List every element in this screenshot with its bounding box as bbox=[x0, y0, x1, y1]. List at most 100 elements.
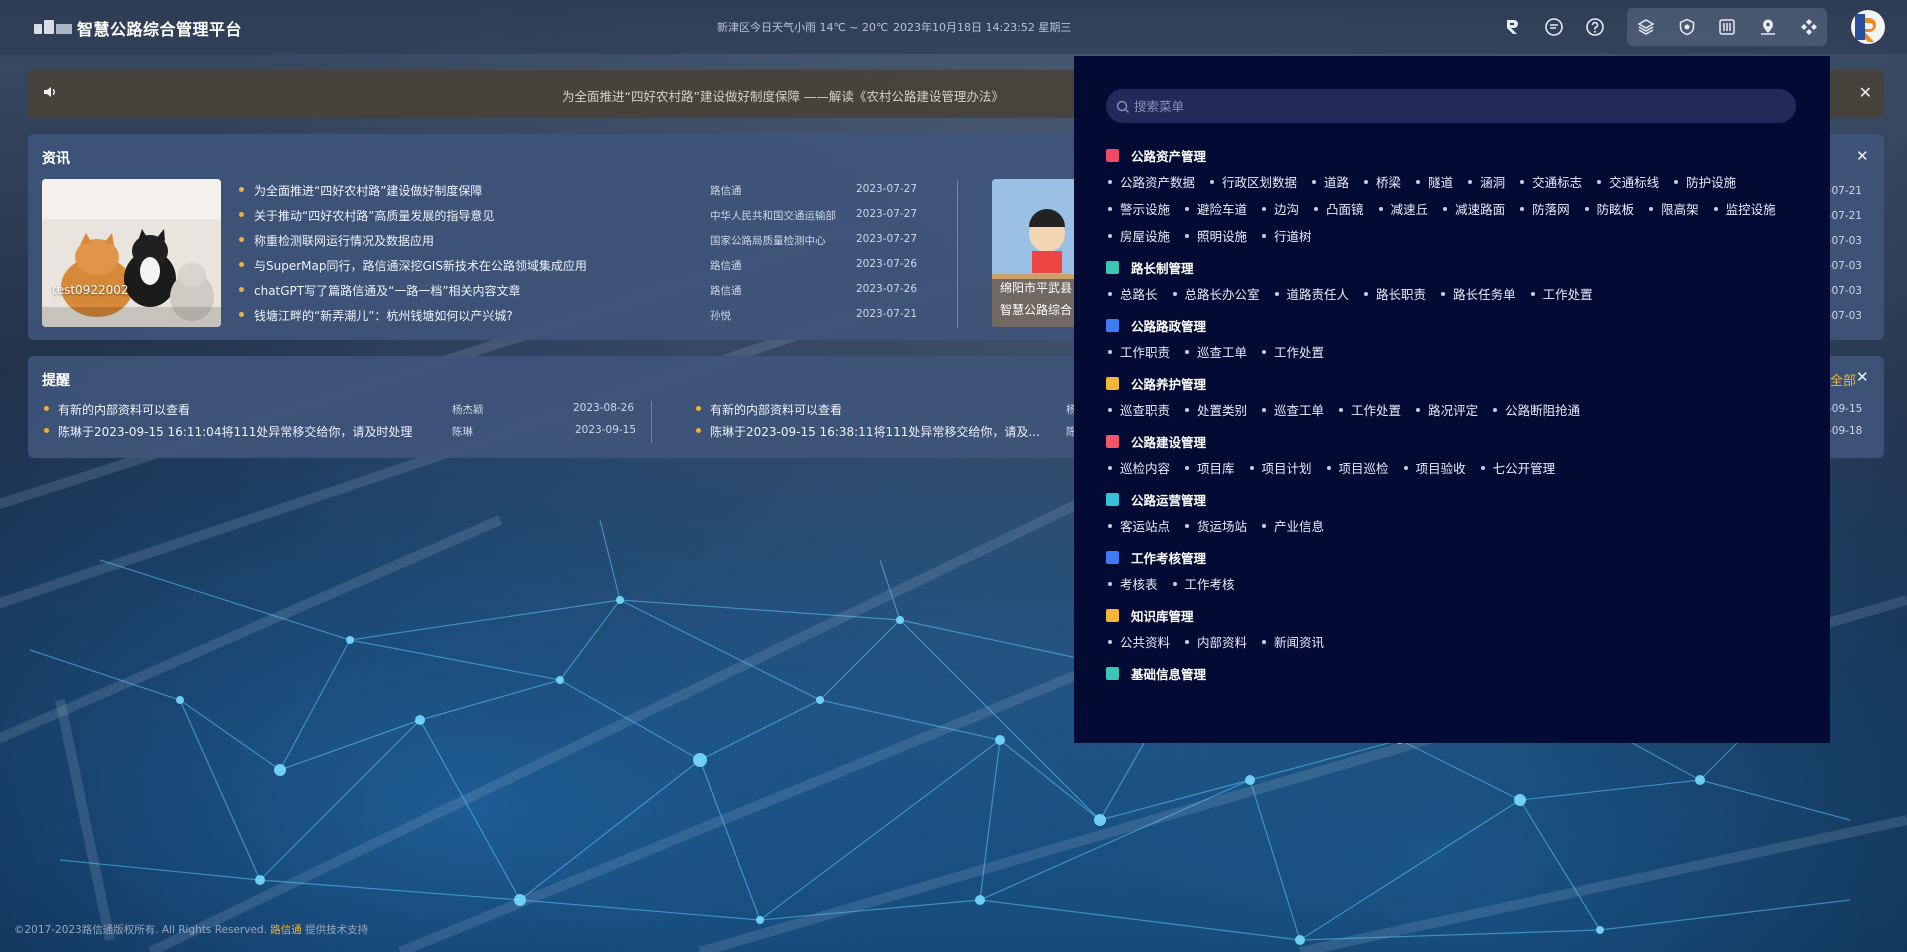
menu-item[interactable]: 公共资料 bbox=[1108, 629, 1170, 656]
menu-category-label: 工作考核管理 bbox=[1131, 550, 1207, 566]
reminder-text[interactable]: 有新的内部资料可以查看 bbox=[58, 401, 190, 418]
menu-category: 公路建设管理 巡检内容 项目库 项目计划 项目巡检 项目验收 七公开管理 bbox=[1106, 430, 1806, 482]
menu-item[interactable]: 路长职责 bbox=[1364, 281, 1426, 308]
reminder-text[interactable]: 有新的内部资料可以查看 bbox=[710, 401, 842, 418]
news-title-text[interactable]: 称重检测联网运行情况及数据应用 bbox=[254, 232, 434, 249]
menu-item[interactable]: 货运场站 bbox=[1185, 513, 1247, 540]
news-title-text[interactable]: 关于推动“四好农村路”高质量发展的指导意见 bbox=[254, 207, 494, 224]
menu-item[interactable]: 监控设施 bbox=[1714, 196, 1776, 223]
menu-item[interactable]: 路况评定 bbox=[1416, 397, 1478, 424]
menu-item[interactable]: 路长任务单 bbox=[1441, 281, 1516, 308]
menu-item[interactable]: 涵洞 bbox=[1468, 169, 1505, 196]
menu-item[interactable]: 照明设施 bbox=[1185, 223, 1247, 250]
menu-item[interactable]: 处置类别 bbox=[1185, 397, 1247, 424]
menu-item[interactable]: 新闻资讯 bbox=[1262, 629, 1324, 656]
news-title-text[interactable]: 为全面推进“四好农村路”建设做好制度保障 bbox=[254, 182, 482, 199]
help-icon[interactable] bbox=[1583, 15, 1607, 39]
menu-item[interactable]: 项目库 bbox=[1185, 455, 1235, 482]
news-photo[interactable]: test0922002 bbox=[42, 179, 221, 327]
menu-item[interactable]: 道路 bbox=[1312, 169, 1349, 196]
list-item[interactable]: 关于推动“四好农村路”高质量发展的指导意见 中华人民共和国交通运输部 2023-… bbox=[236, 205, 956, 230]
shield-icon[interactable] bbox=[1675, 15, 1699, 39]
menu-item[interactable]: 隧道 bbox=[1416, 169, 1453, 196]
close-icon[interactable]: ✕ bbox=[1859, 83, 1872, 102]
menu-item[interactable]: 考核表 bbox=[1108, 571, 1158, 598]
menu-item[interactable]: 凸面镜 bbox=[1314, 196, 1364, 223]
menu-item[interactable]: 道路责任人 bbox=[1275, 281, 1350, 308]
reminder-text[interactable]: 陈琳于2023-09-15 16:38:11将111处异常移交给你，请及... bbox=[710, 423, 1040, 440]
menu-item[interactable]: 巡检内容 bbox=[1108, 455, 1170, 482]
search-input[interactable] bbox=[1134, 89, 1784, 123]
menu-item[interactable]: 行政区划数据 bbox=[1210, 169, 1297, 196]
menu-item[interactable]: 工作职责 bbox=[1108, 339, 1170, 366]
menu-item[interactable]: 巡查工单 bbox=[1262, 397, 1324, 424]
menu-item[interactable]: 警示设施 bbox=[1108, 196, 1170, 223]
menu-item[interactable]: 行道树 bbox=[1262, 223, 1312, 250]
list-item[interactable]: 陈琳于2023-09-15 16:11:04将111处异常移交给你，请及时处理 … bbox=[42, 422, 652, 444]
menu-item[interactable]: 防护设施 bbox=[1674, 169, 1736, 196]
menu-item[interactable]: 减速路面 bbox=[1443, 196, 1505, 223]
reminder-text[interactable]: 陈琳于2023-09-15 16:11:04将111处异常移交给你，请及时处理 bbox=[58, 423, 412, 440]
menu-item[interactable]: 限高架 bbox=[1649, 196, 1699, 223]
menu-item[interactable]: 项目巡检 bbox=[1327, 455, 1389, 482]
menu-category-header: 公路资产管理 bbox=[1106, 144, 1806, 166]
news-source: 中华人民共和国交通运输部 bbox=[710, 210, 836, 222]
menu-item[interactable]: 防落网 bbox=[1520, 196, 1570, 223]
menu-item[interactable]: 巡查职责 bbox=[1108, 397, 1170, 424]
news-title-text[interactable]: 钱塘江畔的“新弄潮儿”：杭州钱塘如何以产兴城? bbox=[254, 307, 513, 324]
menu-item[interactable]: 房屋设施 bbox=[1108, 223, 1170, 250]
menu-item[interactable]: 工作处置 bbox=[1339, 397, 1401, 424]
footer-brand-link[interactable]: 路信通 bbox=[270, 924, 302, 936]
menu-item[interactable]: 防眩板 bbox=[1585, 196, 1635, 223]
menu-item[interactable]: 工作处置 bbox=[1262, 339, 1324, 366]
list-item[interactable]: 称重检测联网运行情况及数据应用 国家公路局质量检测中心 2023-07-27 bbox=[236, 230, 956, 255]
avatar[interactable] bbox=[1851, 10, 1885, 44]
close-icon[interactable]: ✕ bbox=[1856, 147, 1869, 165]
menu-item[interactable]: 项目计划 bbox=[1250, 455, 1312, 482]
menu-item[interactable]: 总路长办公室 bbox=[1173, 281, 1260, 308]
menu-item[interactable]: 项目验收 bbox=[1404, 455, 1466, 482]
menu-item[interactable]: 边沟 bbox=[1262, 196, 1299, 223]
menu-item[interactable]: 减速丘 bbox=[1379, 196, 1429, 223]
menu-item[interactable]: 桥梁 bbox=[1364, 169, 1401, 196]
notice-text[interactable]: 为全面推进“四好农村路”建设做好制度保障 ——解读《农村公路建设管理办法》 bbox=[562, 86, 1004, 105]
menu-item[interactable]: 巡查工单 bbox=[1185, 339, 1247, 366]
close-icon[interactable]: ✕ bbox=[1856, 368, 1869, 386]
bullet-dot bbox=[239, 237, 244, 242]
list-item[interactable]: 与SuperMap同行，路信通深挖GIS新技术在公路领域集成应用 路信通 202… bbox=[236, 255, 956, 280]
list-item[interactable]: 钱塘江畔的“新弄潮儿”：杭州钱塘如何以产兴城? 孙悦 2023-07-21 bbox=[236, 305, 956, 330]
message-icon[interactable] bbox=[1542, 15, 1566, 39]
brand-r-icon[interactable] bbox=[1501, 15, 1525, 39]
bullet-dot bbox=[239, 262, 244, 267]
list-item[interactable]: chatGPT写了篇路信通及“一路一档”相关内容文章 路信通 2023-07-2… bbox=[236, 280, 956, 305]
person-icon bbox=[1106, 260, 1119, 274]
menu-item[interactable]: 公路资产数据 bbox=[1108, 169, 1195, 196]
list-item[interactable]: 陈琳于2023-09-15 16:38:11将111处异常移交给你，请及... … bbox=[694, 422, 1077, 444]
menu-item[interactable]: 工作考核 bbox=[1173, 571, 1235, 598]
menu-item[interactable]: 交通标线 bbox=[1597, 169, 1659, 196]
menu-category-label: 公路养护管理 bbox=[1131, 376, 1207, 392]
news-title-text[interactable]: 与SuperMap同行，路信通深挖GIS新技术在公路领域集成应用 bbox=[254, 257, 587, 274]
menu-item[interactable]: 避险车道 bbox=[1185, 196, 1247, 223]
reminder-date: -09-18 bbox=[1828, 425, 1863, 437]
menu-item[interactable]: 交通标志 bbox=[1520, 169, 1582, 196]
list-item[interactable]: 有新的内部资料可以查看 杨杰颖 2023-08-26 bbox=[42, 400, 652, 422]
map-pin-icon[interactable] bbox=[1756, 15, 1780, 39]
menu-item[interactable]: 总路长 bbox=[1108, 281, 1158, 308]
menu-item[interactable]: 七公开管理 bbox=[1481, 455, 1556, 482]
list-item[interactable]: 为全面推进“四好农村路”建设做好制度保障 路信通 2023-07-27 bbox=[236, 180, 956, 205]
bullet-dot bbox=[239, 287, 244, 292]
news-title-text[interactable]: chatGPT写了篇路信通及“一路一档”相关内容文章 bbox=[254, 282, 521, 299]
menu-item[interactable]: 客运站点 bbox=[1108, 513, 1170, 540]
menu-item[interactable]: 工作处置 bbox=[1531, 281, 1593, 308]
layers-icon[interactable] bbox=[1634, 15, 1658, 39]
menu-item[interactable]: 产业信息 bbox=[1262, 513, 1324, 540]
grid-diamond-icon[interactable] bbox=[1797, 15, 1821, 39]
road-sign-icon[interactable] bbox=[1715, 15, 1739, 39]
list-item[interactable]: 有新的内部资料可以查看 杨 bbox=[694, 400, 1077, 422]
menu-item[interactable]: 内部资料 bbox=[1185, 629, 1247, 656]
footer: ©2017-2023路信通版权所有. All Rights Reserved. … bbox=[14, 922, 368, 937]
menu-item[interactable]: 公路断阻抢通 bbox=[1493, 397, 1580, 424]
view-all-link[interactable]: 全部 bbox=[1830, 370, 1856, 389]
news-photo-2-caption-2: 智慧公路综合 bbox=[1000, 303, 1073, 317]
